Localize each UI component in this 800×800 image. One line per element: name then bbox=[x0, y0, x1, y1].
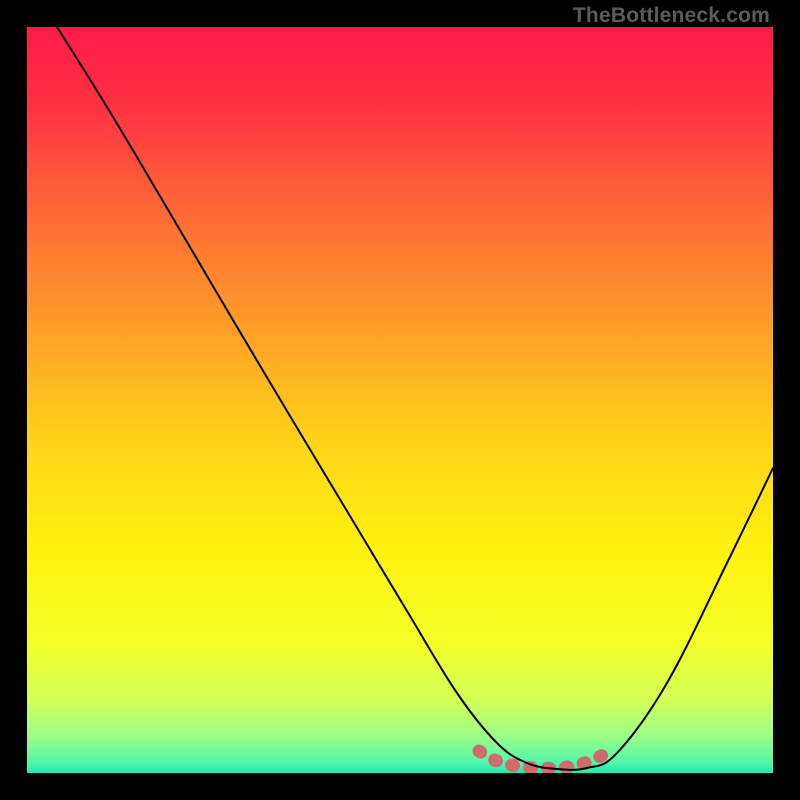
chart-frame: TheBottleneck.com bbox=[0, 0, 800, 800]
curve-layer bbox=[27, 27, 773, 773]
optimal-zone bbox=[479, 747, 615, 768]
bottleneck-curve bbox=[57, 27, 773, 770]
watermark-text: TheBottleneck.com bbox=[573, 4, 770, 28]
plot-area bbox=[27, 27, 773, 773]
